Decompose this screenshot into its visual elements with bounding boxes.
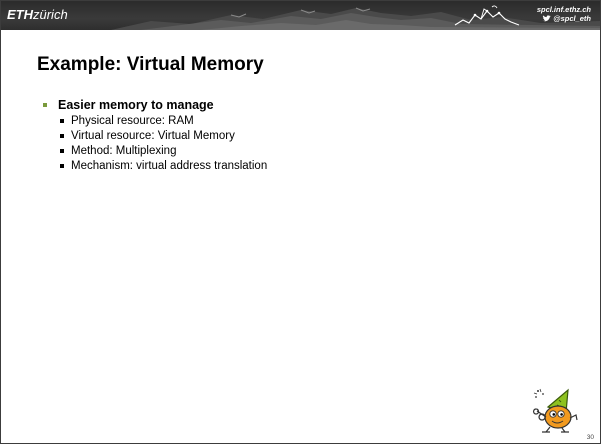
bullet-list: Easier memory to manage Physical resourc…: [43, 97, 267, 174]
twitter-bird-icon: [542, 15, 552, 22]
sub-bullet-item: Physical resource: RAM: [58, 114, 267, 129]
spcl-contact: spcl.inf.ethz.ch @spcl_eth: [537, 5, 591, 23]
spcl-url: spcl.inf.ethz.ch: [536, 5, 591, 14]
mascot-wizard: [532, 388, 578, 433]
bullet-text: Easier memory to manage: [58, 98, 214, 112]
sub-bullet-list: Physical resource: RAM Virtual resource:…: [58, 114, 267, 174]
header-bar: ETHzürich spcl.inf.ethz.ch @spcl_eth: [1, 1, 600, 30]
twitter-handle: @spcl_eth: [553, 14, 591, 23]
sub-bullet-item: Mechanism: virtual address translation: [58, 159, 267, 174]
sub-bullet-item: Virtual resource: Virtual Memory: [58, 129, 267, 144]
slide: ETHzürich spcl.inf.ethz.ch @spcl_eth Exa…: [0, 0, 601, 444]
logo-zurich: zürich: [33, 7, 68, 22]
slide-title: Example: Virtual Memory: [37, 54, 264, 75]
bullet-item: Easier memory to manage Physical resourc…: [43, 97, 267, 174]
logo-eth: ETH: [7, 7, 33, 22]
twitter-handle-row: @spcl_eth: [537, 14, 591, 23]
page-number: 30: [586, 434, 594, 441]
spcl-brand-graphic: [454, 5, 520, 26]
sub-bullet-item: Method: Multiplexing: [58, 144, 267, 159]
eth-zurich-logo: ETHzürich: [7, 7, 68, 23]
